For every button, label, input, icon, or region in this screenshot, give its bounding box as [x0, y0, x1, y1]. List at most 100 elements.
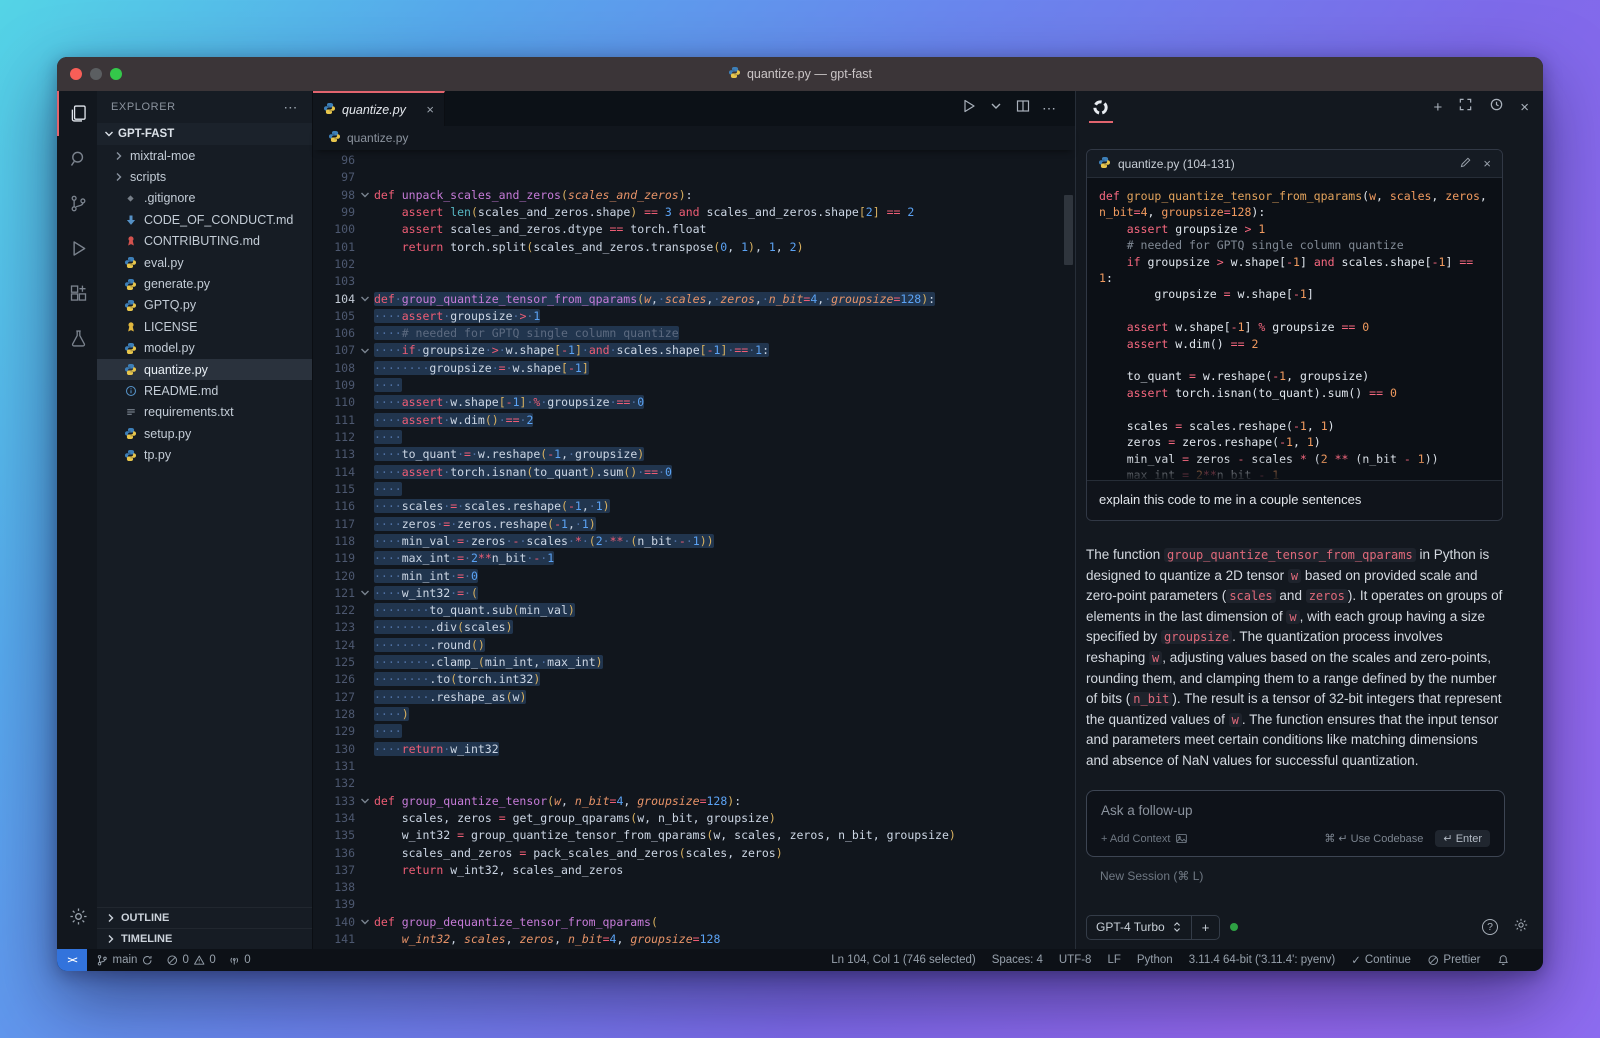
- indentation[interactable]: Spaces: 4: [992, 954, 1043, 966]
- eol-sequence[interactable]: LF: [1107, 954, 1120, 966]
- fold-chevron-icon[interactable]: [355, 446, 374, 463]
- remove-snippet-icon[interactable]: ×: [1483, 156, 1491, 171]
- model-selector[interactable]: GPT-4 Turbo: [1087, 916, 1191, 939]
- line-number[interactable]: 107: [313, 342, 355, 359]
- fold-chevron-icon[interactable]: [355, 394, 374, 411]
- fold-chevron-icon[interactable]: [355, 689, 374, 706]
- file-item-CODE_OF_CONDUCT.md[interactable]: CODE_OF_CONDUCT.md: [97, 209, 312, 230]
- folder-item-scripts[interactable]: scripts: [97, 166, 312, 187]
- fold-chevron-icon[interactable]: [355, 931, 374, 948]
- fold-chevron-icon[interactable]: [355, 810, 374, 827]
- fold-chevron-icon[interactable]: [355, 533, 374, 550]
- file-item-.gitignore[interactable]: .gitignore: [97, 188, 312, 209]
- file-item-tp.py[interactable]: tp.py: [97, 444, 312, 465]
- close-panel-icon[interactable]: ×: [1520, 100, 1529, 115]
- ports-status[interactable]: 0: [228, 954, 251, 967]
- notifications-bell-icon[interactable]: [1497, 954, 1510, 967]
- line-number[interactable]: 112: [313, 429, 355, 446]
- continue-status[interactable]: ✓ Continue: [1351, 953, 1411, 967]
- fold-chevron-icon[interactable]: [355, 464, 374, 481]
- file-item-requirements.txt[interactable]: requirements.txt: [97, 402, 312, 423]
- workspace-root-folder[interactable]: GPT-FAST: [97, 123, 312, 145]
- fold-chevron-icon[interactable]: [355, 308, 374, 325]
- fold-chevron-icon[interactable]: [355, 585, 374, 602]
- line-number[interactable]: 108: [313, 360, 355, 377]
- line-number[interactable]: 137: [313, 862, 355, 879]
- fold-chevron-icon[interactable]: [355, 845, 374, 862]
- outline-section[interactable]: OUTLINE: [97, 907, 312, 928]
- fold-chevron-icon[interactable]: [355, 654, 374, 671]
- source-control-activity-icon[interactable]: [57, 181, 97, 226]
- fold-chevron-icon[interactable]: [355, 602, 374, 619]
- fold-chevron-icon[interactable]: [355, 793, 374, 810]
- remote-indicator[interactable]: ><: [57, 949, 87, 971]
- git-branch-status[interactable]: main: [96, 954, 154, 967]
- fold-chevron-icon[interactable]: [355, 291, 374, 308]
- close-window-button[interactable]: [70, 68, 82, 80]
- fold-chevron-icon[interactable]: [355, 377, 374, 394]
- line-number[interactable]: 102: [313, 256, 355, 273]
- problems-status[interactable]: 0 0: [166, 954, 216, 967]
- fold-chevron-icon[interactable]: [355, 273, 374, 290]
- line-number[interactable]: 116: [313, 498, 355, 515]
- fold-chevron-icon[interactable]: [355, 862, 374, 879]
- chat-settings-gear-icon[interactable]: [1513, 917, 1529, 938]
- testing-activity-icon[interactable]: [57, 316, 97, 361]
- line-number[interactable]: 139: [313, 896, 355, 913]
- fold-chevron-icon[interactable]: [355, 775, 374, 792]
- fold-chevron-icon[interactable]: [355, 187, 374, 204]
- file-item-README.md[interactable]: README.md: [97, 380, 312, 401]
- new-session-button[interactable]: New Session (⌘ L): [1100, 869, 1203, 883]
- encoding[interactable]: UTF-8: [1059, 954, 1092, 966]
- line-number[interactable]: 130: [313, 741, 355, 758]
- file-item-setup.py[interactable]: setup.py: [97, 423, 312, 444]
- file-item-GPTQ.py[interactable]: GPTQ.py: [97, 295, 312, 316]
- fold-chevron-icon[interactable]: [355, 221, 374, 238]
- fold-chevron-icon[interactable]: [355, 256, 374, 273]
- line-number[interactable]: 119: [313, 550, 355, 567]
- file-item-eval.py[interactable]: eval.py: [97, 252, 312, 273]
- fold-chevron-icon[interactable]: [355, 706, 374, 723]
- minimize-window-button[interactable]: [90, 68, 102, 80]
- line-number[interactable]: 117: [313, 516, 355, 533]
- assistant-logo-icon[interactable]: [1090, 91, 1111, 123]
- line-number[interactable]: 114: [313, 464, 355, 481]
- fold-chevron-icon[interactable]: [355, 429, 374, 446]
- code-card-header[interactable]: quantize.py (104-131) ×: [1087, 150, 1502, 178]
- line-number[interactable]: 135: [313, 827, 355, 844]
- file-item-quantize.py[interactable]: quantize.py: [97, 359, 312, 380]
- folder-item-mixtral-moe[interactable]: mixtral-moe: [97, 145, 312, 166]
- file-item-CONTRIBUTING.md[interactable]: CONTRIBUTING.md: [97, 231, 312, 252]
- line-number[interactable]: 140: [313, 914, 355, 931]
- fold-chevron-icon[interactable]: [355, 360, 374, 377]
- help-icon[interactable]: ?: [1482, 919, 1498, 935]
- fold-chevron-icon[interactable]: [355, 671, 374, 688]
- fold-chevron-icon[interactable]: [355, 498, 374, 515]
- zoom-window-button[interactable]: [110, 68, 122, 80]
- fold-chevron-icon[interactable]: [355, 550, 374, 567]
- fold-chevron-icon[interactable]: [355, 412, 374, 429]
- line-number[interactable]: 96: [313, 152, 355, 169]
- add-model-button[interactable]: +: [1191, 916, 1220, 939]
- line-number[interactable]: 110: [313, 394, 355, 411]
- edit-pencil-icon[interactable]: [1459, 156, 1472, 172]
- line-number[interactable]: 131: [313, 758, 355, 775]
- prettier-status[interactable]: Prettier: [1427, 954, 1481, 967]
- fold-chevron-icon[interactable]: [355, 481, 374, 498]
- close-tab-icon[interactable]: ×: [426, 102, 434, 117]
- line-number[interactable]: 99: [313, 204, 355, 221]
- fold-chevron-icon[interactable]: [355, 827, 374, 844]
- line-number[interactable]: 120: [313, 568, 355, 585]
- line-number[interactable]: 105: [313, 308, 355, 325]
- enter-button[interactable]: ↵ Enter: [1435, 830, 1490, 847]
- breadcrumb[interactable]: quantize.py: [313, 126, 1075, 150]
- fold-chevron-icon[interactable]: [355, 516, 374, 533]
- line-number[interactable]: 101: [313, 239, 355, 256]
- editor-more-actions-icon[interactable]: ⋯: [1042, 100, 1057, 117]
- line-number[interactable]: 122: [313, 602, 355, 619]
- file-item-model.py[interactable]: model.py: [97, 338, 312, 359]
- fold-chevron-icon[interactable]: [355, 342, 374, 359]
- line-number[interactable]: 123: [313, 619, 355, 636]
- line-number[interactable]: 134: [313, 810, 355, 827]
- extensions-activity-icon[interactable]: [57, 271, 97, 316]
